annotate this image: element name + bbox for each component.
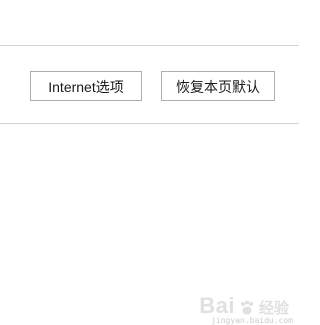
paw-icon xyxy=(240,300,253,315)
watermark-url: jingyan.baidu.com xyxy=(211,316,293,325)
divider-top xyxy=(0,45,299,46)
baidu-watermark: Bai 经验 xyxy=(199,295,289,317)
internet-options-button[interactable]: Internet选项 xyxy=(30,71,142,101)
divider-bottom xyxy=(0,123,299,124)
restore-defaults-button[interactable]: 恢复本页默认 xyxy=(161,71,275,101)
watermark-logo-text-2: 经验 xyxy=(258,299,289,317)
watermark-logo-text: Bai xyxy=(199,293,235,318)
